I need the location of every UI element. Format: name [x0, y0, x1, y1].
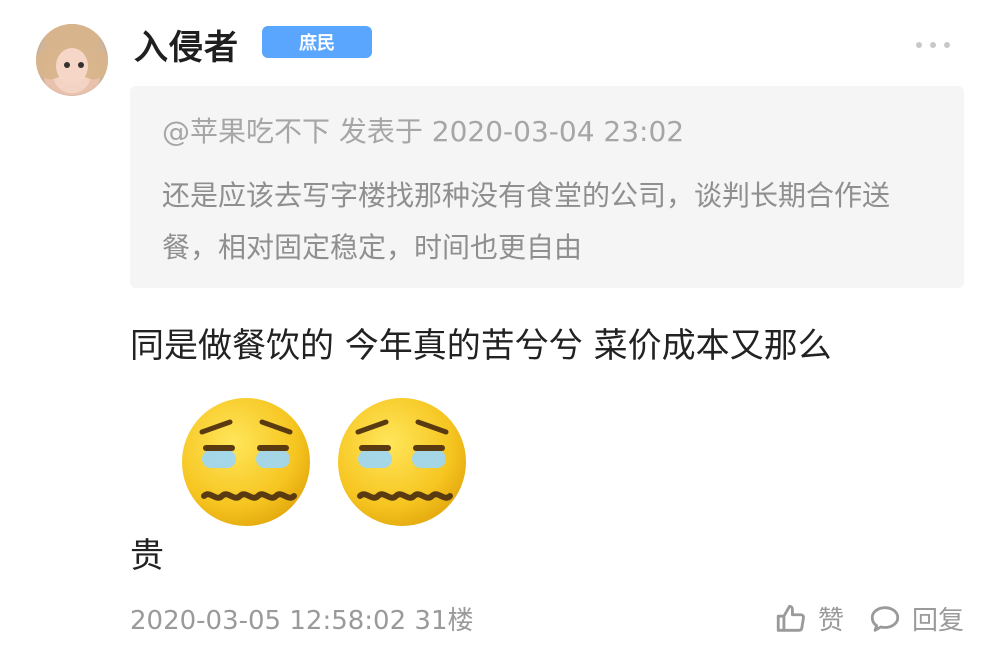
quoted-post-text: 还是应该去写字楼找那种没有食堂的公司，谈判长期合作送餐，相对固定稳定，时间也更自…	[162, 179, 891, 264]
avatar-eye-right	[78, 62, 84, 68]
reply-label: 回复	[911, 606, 964, 636]
quoted-post-meta: @苹果吃不下 发表于 2020-03-04 23:02	[162, 115, 685, 148]
exhausted-face-emoji	[332, 392, 472, 532]
post-timestamp-and-floor: 2020-03-05 12:58:02 31楼	[130, 606, 474, 636]
post-content-tail: 贵	[130, 536, 164, 576]
comment-bubble-icon	[870, 605, 900, 632]
avatar-eye-left	[64, 62, 70, 68]
username[interactable]: 入侵者	[134, 20, 239, 69]
like-action[interactable]: 赞	[774, 600, 844, 637]
user-rank-badge: 庶民	[262, 26, 372, 58]
more-dot	[916, 42, 922, 48]
thumbs-up-icon	[776, 604, 805, 632]
more-dot	[944, 42, 950, 48]
exhausted-face-emoji-svg	[338, 398, 466, 526]
like-label: 赞	[817, 606, 844, 636]
more-dot	[930, 42, 936, 48]
post-content: 同是做餐饮的 今年真的苦兮兮 菜价成本又那么	[130, 326, 832, 366]
post-actions: 赞 回复	[774, 600, 964, 637]
exhausted-face-emoji	[176, 392, 316, 532]
quoted-post[interactable]: @苹果吃不下 发表于 2020-03-04 23:02 还是应该去写字楼找那种没…	[130, 86, 964, 288]
reply-action[interactable]: 回复	[868, 600, 964, 637]
user-avatar[interactable]	[36, 24, 108, 96]
more-icon[interactable]	[916, 40, 956, 50]
exhausted-face-emoji-svg	[182, 398, 310, 526]
